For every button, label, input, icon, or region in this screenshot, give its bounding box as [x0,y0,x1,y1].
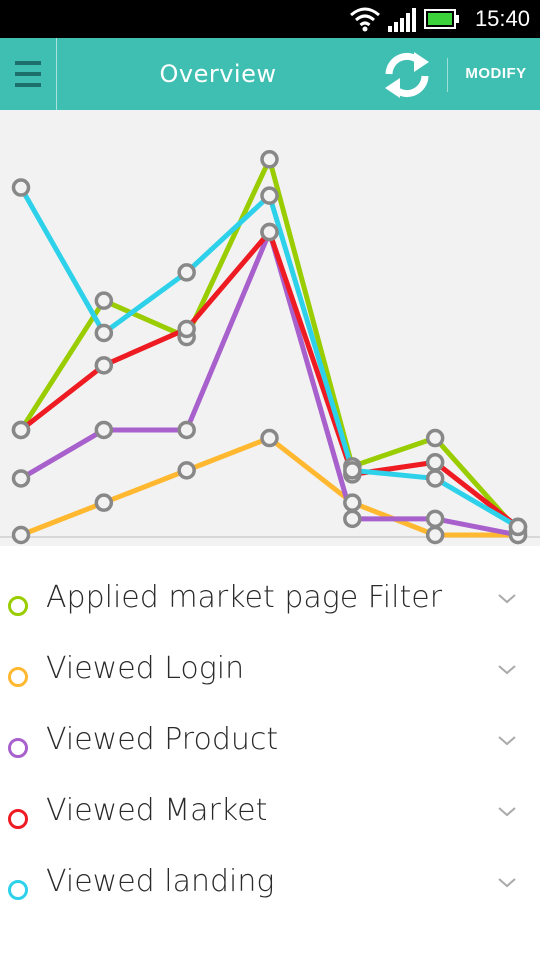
status-time: 15:40 [474,6,530,31]
data-point[interactable] [343,461,362,480]
legend-label: Viewed landing [46,864,275,899]
data-point[interactable] [425,509,445,529]
refresh-icon[interactable] [380,50,434,100]
legend-item-viewed-market[interactable]: Viewed Market [0,779,540,850]
series-color-circle [8,809,28,829]
data-point[interactable] [11,469,31,488]
data-point[interactable] [508,517,528,537]
data-point[interactable] [11,178,31,197]
legend-item-viewed-product[interactable]: Viewed Product [0,708,540,779]
data-point[interactable] [177,461,196,480]
data-point[interactable] [177,420,196,440]
chart-canvas [0,150,540,545]
chevron-down-icon[interactable] [496,876,518,890]
data-point[interactable] [425,453,445,472]
signal-strength-icon [388,8,416,32]
chevron-down-icon[interactable] [496,805,518,819]
data-point[interactable] [11,420,31,440]
series-color-circle [8,880,28,900]
data-point[interactable] [343,509,362,529]
line-chart [0,110,540,546]
app-bar: Overview MODIFY [0,38,540,110]
data-point[interactable] [177,263,196,282]
data-point[interactable] [425,428,445,448]
toolbar-divider [447,58,448,92]
series-line-2 [19,229,519,538]
data-point[interactable] [260,186,279,205]
data-point[interactable] [425,525,445,545]
legend-label: Applied market page Filter [46,580,443,615]
legend-item-viewed-login[interactable]: Viewed Login [0,637,540,708]
legend-label: Viewed Market [46,793,268,828]
legend-label: Viewed Login [46,651,245,686]
series-legend: Applied market page Filter Viewed Login … [0,566,540,921]
series-color-circle [8,738,28,758]
legend-label: Viewed Product [46,722,279,757]
modify-button[interactable]: MODIFY [452,38,540,110]
wifi-icon [350,7,380,32]
chevron-down-icon[interactable] [496,663,518,677]
status-bar: 15:40 [0,0,540,38]
page-title: Overview [159,60,277,88]
series-color-circle [8,667,28,687]
data-point[interactable] [260,222,279,242]
data-point[interactable] [11,525,31,545]
data-point[interactable] [177,319,196,339]
data-point[interactable] [94,420,114,440]
chevron-down-icon[interactable] [496,734,518,748]
data-point[interactable] [425,469,445,488]
battery-icon [424,9,459,29]
data-point[interactable] [260,428,279,448]
legend-item-applied-market-page-filter[interactable]: Applied market page Filter [0,566,540,637]
data-point[interactable] [260,150,279,169]
series-color-circle [8,596,28,616]
data-point[interactable] [343,493,362,512]
data-point[interactable] [94,356,114,375]
data-point[interactable] [94,291,114,310]
chevron-down-icon[interactable] [496,592,518,606]
data-point[interactable] [94,493,114,512]
legend-item-viewed-landing[interactable]: Viewed landing [0,850,540,921]
data-point[interactable] [94,323,114,343]
